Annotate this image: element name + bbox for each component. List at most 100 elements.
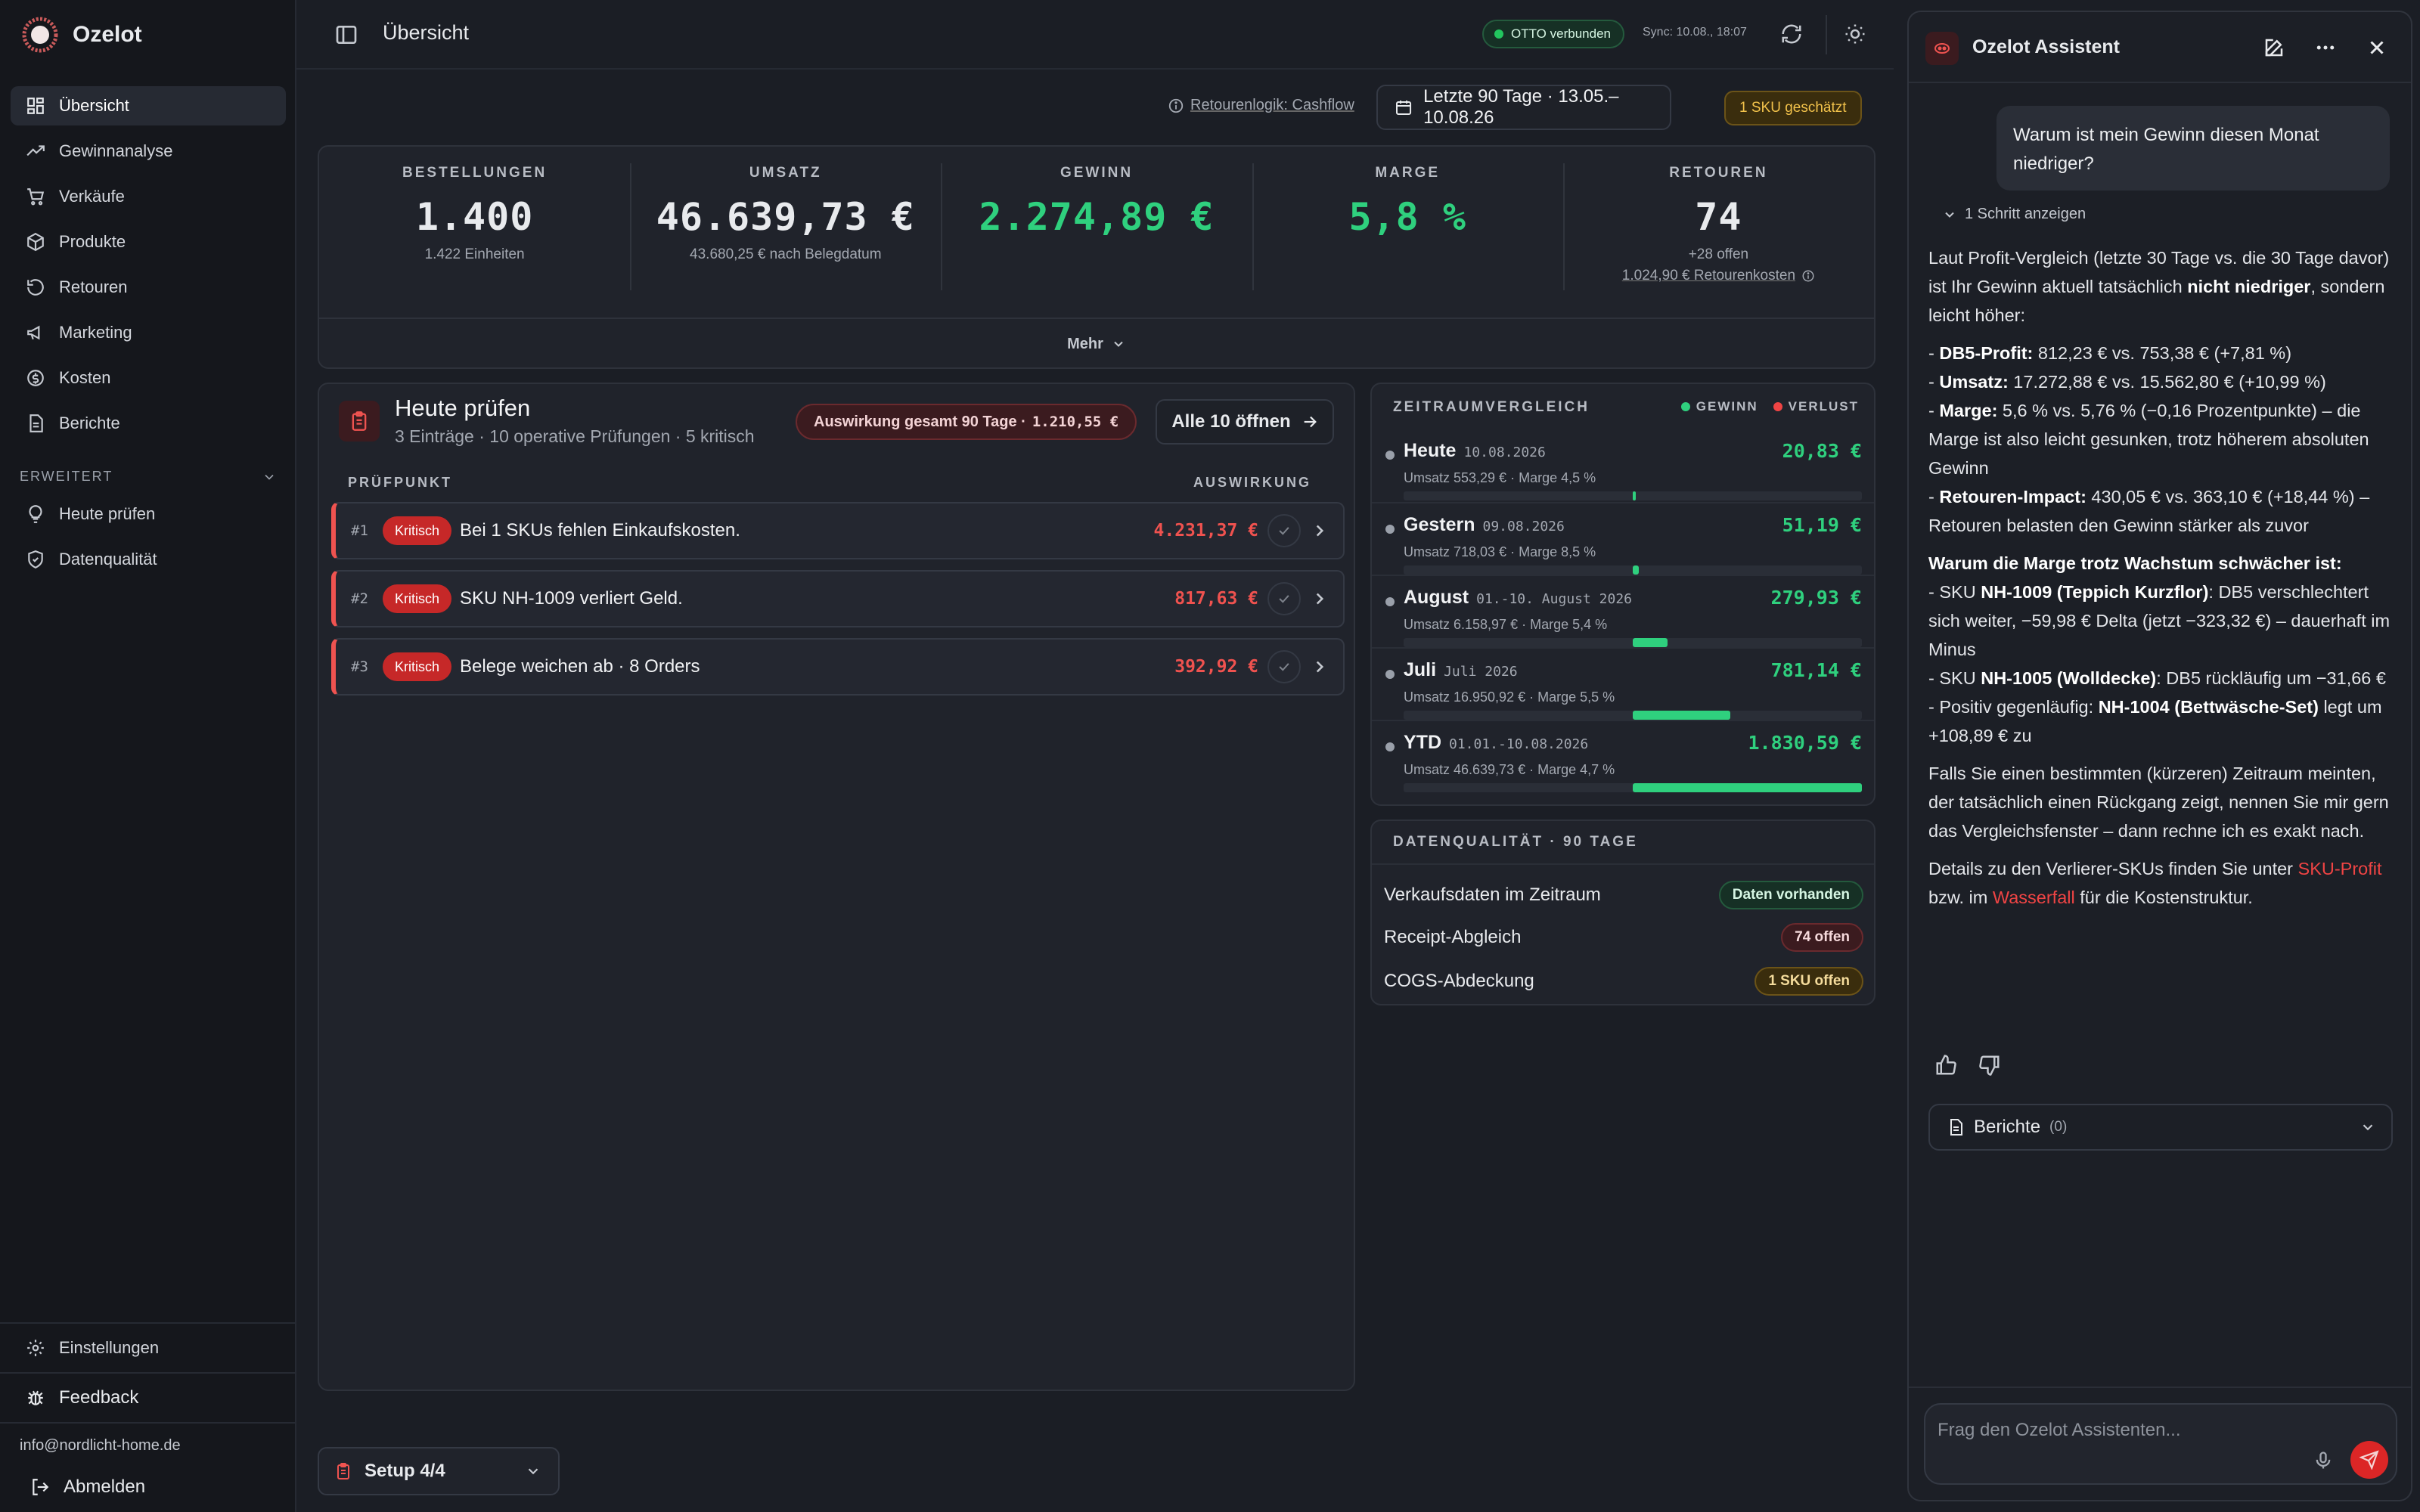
check-row[interactable]: #2 Kritisch SKU NH-1009 verliert Geld. 8… — [331, 570, 1345, 627]
sidebar-item-marketing[interactable]: Marketing — [11, 313, 286, 352]
more-options-icon[interactable] — [2314, 36, 2337, 59]
period-range: 09.08.2026 — [1482, 519, 1565, 534]
sidebar-item-label: Heute prüfen — [59, 504, 156, 523]
period-row[interactable]: Gestern 09.08.2026 Umsatz 718,03 € · Marg… — [1372, 502, 1874, 575]
show-steps-toggle[interactable]: 1 Schritt anzeigen — [1942, 206, 2086, 223]
kpi-label: MARGE — [1375, 165, 1441, 181]
logout-button[interactable]: Abmelden — [0, 1462, 295, 1512]
critical-badge: Kritisch — [383, 584, 452, 613]
text: - Positiv gegenläufig: — [1928, 697, 2099, 717]
sidebar-toggle-icon[interactable] — [334, 23, 358, 47]
microphone-icon[interactable] — [2313, 1450, 2334, 1471]
sidebar-item-sales[interactable]: Verkäufe — [11, 177, 286, 216]
sidebar-item-products[interactable]: Produkte — [11, 222, 286, 262]
quality-row[interactable]: Receipt-Abgleich 74 offen — [1384, 916, 1863, 959]
sidebar-item-reports[interactable]: Berichte — [11, 404, 286, 443]
period-compare-panel: ZEITRAUMVERGLEICH GEWINN VERLUST Heute 10… — [1370, 383, 1876, 806]
kpi-label: RETOUREN — [1669, 165, 1768, 181]
chevron-right-icon[interactable] — [1310, 657, 1329, 677]
sidebar-item-costs[interactable]: Kosten — [11, 358, 286, 398]
chevron-down-icon — [528, 1468, 538, 1475]
section-extended-toggle[interactable]: ERWEITERT — [20, 469, 277, 485]
refresh-icon[interactable] — [1780, 23, 1803, 45]
profit-bar-track — [1404, 711, 1862, 720]
assistant-panel: Ozelot Assistent Warum ist mein Gewinn d… — [1907, 11, 2412, 1501]
check-row[interactable]: #3 Kritisch Belege weichen ab · 8 Orders… — [331, 638, 1345, 696]
mark-done-button[interactable] — [1267, 582, 1301, 615]
legend-dot — [1680, 402, 1690, 411]
period-name: YTD — [1404, 732, 1441, 753]
shield-check-icon — [28, 550, 43, 569]
quality-row[interactable]: Verkaufsdaten im Zeitraum Daten vorhande… — [1384, 874, 1863, 916]
sidebar-item-today-check[interactable]: Heute prüfen — [11, 494, 286, 534]
sidebar-item-data-quality[interactable]: Datenqualität — [11, 540, 286, 579]
connection-status-badge: OTTO verbunden — [1482, 20, 1624, 48]
sidebar-footer: Einstellungen Feedback info@nordlicht-ho… — [0, 1322, 295, 1512]
thumbs-up-icon[interactable] — [1934, 1054, 1957, 1077]
period-meta: Umsatz 553,29 € · Marge 4,5 % — [1404, 470, 1596, 485]
box-icon — [27, 232, 44, 252]
assistant-message: Laut Profit-Vergleich (letzte 30 Tage vs… — [1928, 243, 2397, 921]
kpi-card: BESTELLUNGEN 1.400 1.422 Einheiten UMSAT… — [318, 145, 1876, 369]
legend-loss: VERLUST — [1773, 399, 1859, 414]
chevron-right-icon[interactable] — [1310, 521, 1329, 541]
mark-done-button[interactable] — [1267, 514, 1301, 547]
quality-row[interactable]: COGS-Abdeckung 1 SKU offen — [1384, 960, 1863, 1002]
user-message: Warum ist mein Gewinn diesen Monat niedr… — [1996, 106, 2390, 191]
setup-progress-button[interactable]: Setup 4/4 — [318, 1447, 560, 1495]
impact-amount: 4.231,37 € — [1153, 521, 1258, 541]
sidebar-item-label: Datenqualität — [59, 550, 157, 569]
feedback-link[interactable]: Feedback — [0, 1374, 295, 1422]
return-costs-link[interactable]: 1.024,90 € Retourenkosten — [1563, 268, 1874, 284]
app-logo[interactable]: Ozelot — [21, 14, 142, 56]
theme-toggle-icon[interactable] — [1844, 23, 1866, 45]
top-bar: Übersicht OTTO verbunden Sync: 10.08., 1… — [296, 0, 1894, 70]
chevron-right-icon[interactable] — [1310, 589, 1329, 609]
text-bold: Warum die Marge trotz Wachstum schwächer… — [1928, 553, 2342, 573]
mark-done-button[interactable] — [1267, 650, 1301, 683]
sidebar-item-label: Übersicht — [59, 96, 129, 115]
return-logic-link[interactable]: Retourenlogik: Cashflow — [1168, 97, 1354, 114]
sidebar-item-returns[interactable]: Retouren — [11, 268, 286, 307]
open-all-button[interactable]: Alle 10 öffnen — [1156, 399, 1334, 445]
chat-input[interactable] — [1938, 1415, 2301, 1445]
close-icon[interactable] — [2366, 36, 2388, 59]
profit-bar — [1633, 565, 1640, 575]
check-icon — [1279, 527, 1289, 535]
kpi-orders: BESTELLUNGEN 1.400 1.422 Einheiten — [319, 147, 630, 318]
period-row[interactable]: August 01.-10. August 2026 Umsatz 6.158,9… — [1372, 575, 1874, 647]
period-row[interactable]: YTD 01.01.-10.08.2026 Umsatz 46.639,73 € … — [1372, 720, 1874, 792]
status-dot — [1494, 29, 1503, 39]
send-button[interactable] — [2350, 1441, 2388, 1479]
check-row[interactable]: #1 Kritisch Bei 1 SKUs fehlen Einkaufsko… — [331, 502, 1345, 559]
period-meta: Umsatz 46.639,73 € · Marge 4,7 % — [1404, 762, 1615, 777]
panel-title: Heute prüfen — [395, 395, 531, 421]
sku-estimated-badge[interactable]: 1 SKU geschätzt — [1724, 91, 1862, 125]
sync-status: Sync: 10.08., 18:07 — [1643, 26, 1747, 39]
legend-label: VERLUST — [1788, 399, 1859, 414]
kpi-subtext: 1.422 Einheiten — [424, 246, 525, 262]
reports-count: (0) — [2049, 1119, 2068, 1135]
reports-dropdown[interactable]: Berichte (0) — [1928, 1104, 2393, 1151]
kpi-more-button[interactable]: Mehr — [319, 318, 1874, 369]
period-row[interactable]: Heute 10.08.2026 Umsatz 553,29 € · Marge … — [1372, 429, 1874, 502]
settings-link[interactable]: Einstellungen — [0, 1324, 295, 1372]
sidebar-item-overview[interactable]: Übersicht — [11, 86, 286, 125]
period-row[interactable]: Juli Juli 2026 Umsatz 16.950,92 € · Marge… — [1372, 647, 1874, 720]
kpi-value: 5,8 % — [1348, 195, 1466, 239]
period-range: 01.01.-10.08.2026 — [1449, 736, 1589, 752]
critical-badge: Kritisch — [383, 652, 452, 681]
new-chat-icon[interactable] — [2263, 36, 2285, 59]
status-badge: 74 offen — [1781, 923, 1863, 952]
gear-icon — [27, 1340, 44, 1356]
waterfall-link[interactable]: Wasserfall — [1993, 888, 2075, 907]
chevron-down-icon — [1945, 212, 1954, 218]
text-bold: NH-1005 (Wolldecke) — [1981, 668, 2157, 688]
profit-bar — [1633, 638, 1668, 647]
sku-profit-link[interactable]: SKU-Profit — [2298, 859, 2382, 878]
sidebar-item-profit-analysis[interactable]: Gewinnanalyse — [11, 132, 286, 171]
thumbs-down-icon[interactable] — [1978, 1054, 2001, 1077]
date-range-picker[interactable]: Letzte 90 Tage · 13.05.–10.08.26 — [1376, 85, 1671, 130]
period-range: 10.08.2026 — [1463, 445, 1546, 460]
data-quality-panel: DATENQUALITÄT · 90 TAGE Verkaufsdaten im… — [1370, 820, 1876, 1005]
